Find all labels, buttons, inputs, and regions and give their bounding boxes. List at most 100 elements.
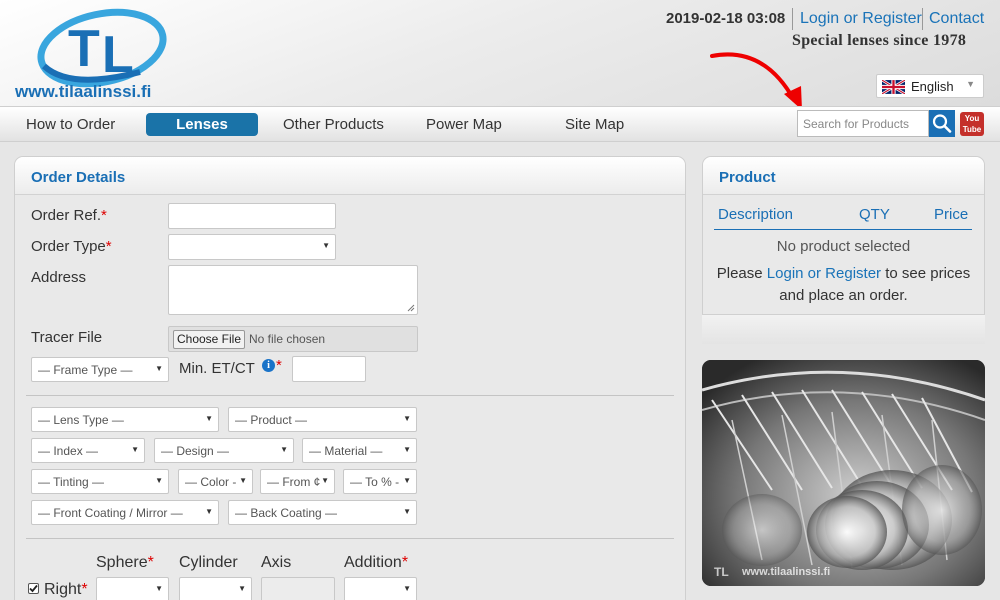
nav-how-to-order[interactable]: How to Order [26, 116, 115, 133]
chevron-down-icon: ▼ [205, 414, 213, 423]
required-mark: * [401, 554, 409, 571]
tracer-file-input: Choose File No file chosen [168, 326, 418, 352]
login-prompt-post: to see prices [881, 265, 971, 282]
from-value: — From ¢ [267, 475, 321, 489]
chevron-down-icon: ▼ [403, 476, 411, 485]
right-sphere-select[interactable]: ▼ [96, 577, 169, 600]
front-coating-value: — Front Coating / Mirror — [38, 506, 183, 520]
col-description: Description [718, 206, 794, 223]
right-eye-checkbox[interactable] [28, 583, 39, 594]
frame-type-select[interactable]: — Frame Type — ▼ [31, 357, 169, 382]
min-etct-input[interactable] [292, 356, 366, 382]
order-details-title: Order Details [31, 169, 126, 186]
site-url[interactable]: www.tilaalinssi.fi [15, 82, 151, 102]
axis-label: Axis [261, 554, 292, 571]
no-file-text: No file chosen [249, 332, 326, 346]
lens-rack-photo: TL www.tilaalinssi.fi [702, 360, 985, 586]
order-type-select[interactable]: ▼ [168, 234, 336, 260]
design-value: — Design — [161, 444, 230, 458]
required-mark: * [101, 207, 107, 224]
tinting-select[interactable]: — Tinting — ▼ [31, 469, 169, 494]
login-register-link[interactable]: Login or Register [800, 10, 922, 28]
required-mark: * [105, 238, 112, 255]
required-mark: * [276, 357, 282, 374]
required-mark: * [147, 554, 154, 571]
product-panel-footer [702, 314, 985, 344]
search-button[interactable] [929, 110, 955, 137]
chevron-down-icon: ▼ [155, 364, 163, 373]
search-icon [932, 114, 952, 133]
front-coating-select[interactable]: — Front Coating / Mirror — ▼ [31, 500, 219, 525]
order-details-header: Order Details [15, 157, 685, 195]
right-cylinder-select[interactable]: ▼ [179, 577, 252, 600]
product-panel-header: Product [703, 157, 984, 195]
index-select[interactable]: — Index — ▼ [31, 438, 145, 463]
order-ref-text: Order Ref. [31, 207, 102, 224]
cylinder-label: Cylinder [179, 554, 238, 571]
design-select[interactable]: — Design — ▼ [154, 438, 294, 463]
right-eye-text: Right [44, 581, 82, 598]
color-value: — Color - [185, 475, 237, 489]
product-table-divider [714, 229, 972, 230]
chevron-down-icon: ▼ [155, 584, 163, 593]
search-input[interactable] [797, 110, 929, 137]
section-divider [26, 395, 674, 396]
tracer-file-label: Tracer File [31, 329, 103, 346]
sphere-label: Sphere* [96, 554, 154, 572]
color-select[interactable]: — Color - ▼ [178, 469, 253, 494]
product-select[interactable]: — Product — ▼ [228, 407, 417, 432]
product-value: — Product — [235, 413, 308, 427]
tinting-value: — Tinting — [38, 475, 105, 489]
frame-type-value: — Frame Type — [38, 363, 133, 377]
login-register-link-panel[interactable]: Login or Register [767, 265, 881, 282]
slogan: Special lenses since 1978 [792, 32, 967, 49]
svg-text:TL: TL [714, 565, 729, 579]
to-percent-select[interactable]: — To % - ▼ [343, 469, 417, 494]
login-prompt-line1: Please Login or Register to see prices [702, 265, 985, 282]
order-ref-input[interactable] [168, 203, 336, 229]
divider [792, 8, 793, 30]
addition-text: Addition [344, 554, 402, 571]
min-etct-label: Min. ET/CT [179, 360, 255, 377]
section-divider [26, 538, 674, 539]
right-axis-input[interactable] [261, 577, 335, 600]
material-select[interactable]: — Material — ▼ [302, 438, 417, 463]
back-coating-select[interactable]: — Back Coating — ▼ [228, 500, 417, 525]
no-product-message: No product selected [776, 238, 911, 255]
youtube-icon[interactable]: You Tube [960, 112, 984, 136]
nav-site-map[interactable]: Site Map [565, 116, 624, 133]
to-percent-value: — To % - [350, 475, 400, 489]
resize-handle-icon[interactable] [407, 304, 415, 312]
nav-lenses[interactable]: Lenses [146, 113, 258, 136]
current-datetime: 2019-02-18 03:08 [666, 10, 786, 27]
address-textarea[interactable] [168, 265, 418, 315]
language-select[interactable]: English ▼ [876, 74, 984, 98]
nav-other-products[interactable]: Other Products [283, 116, 384, 133]
contact-link[interactable]: Contact [929, 10, 984, 28]
right-eye-label: Right* [44, 581, 88, 599]
from-select[interactable]: — From ¢ ▼ [260, 469, 335, 494]
chevron-down-icon: ▼ [155, 476, 163, 485]
login-prompt-line2: and place an order. [779, 287, 908, 304]
info-icon[interactable]: i [262, 359, 275, 372]
chevron-down-icon: ▼ [322, 241, 330, 250]
col-price: Price [934, 206, 969, 223]
address-label: Address [31, 269, 87, 286]
photo-watermark: www.tilaalinssi.fi [742, 566, 831, 578]
right-addition-select[interactable]: ▼ [344, 577, 417, 600]
lens-rack-image: TL [702, 360, 985, 586]
chevron-down-icon: ▼ [131, 445, 139, 454]
chevron-down-icon: ▼ [403, 507, 411, 516]
material-value: — Material — [309, 444, 383, 458]
chevron-down-icon: ▼ [321, 476, 329, 485]
nav-power-map[interactable]: Power Map [426, 116, 502, 133]
col-qty: QTY [859, 206, 890, 223]
chevron-down-icon: ▼ [239, 476, 247, 485]
choose-file-button[interactable]: Choose File [173, 330, 245, 349]
chevron-down-icon: ▼ [966, 79, 975, 89]
lens-type-select[interactable]: — Lens Type — ▼ [31, 407, 219, 432]
site-logo[interactable]: T L [30, 6, 170, 88]
divider [922, 8, 923, 30]
chevron-down-icon: ▼ [403, 414, 411, 423]
language-label: English [911, 79, 954, 94]
